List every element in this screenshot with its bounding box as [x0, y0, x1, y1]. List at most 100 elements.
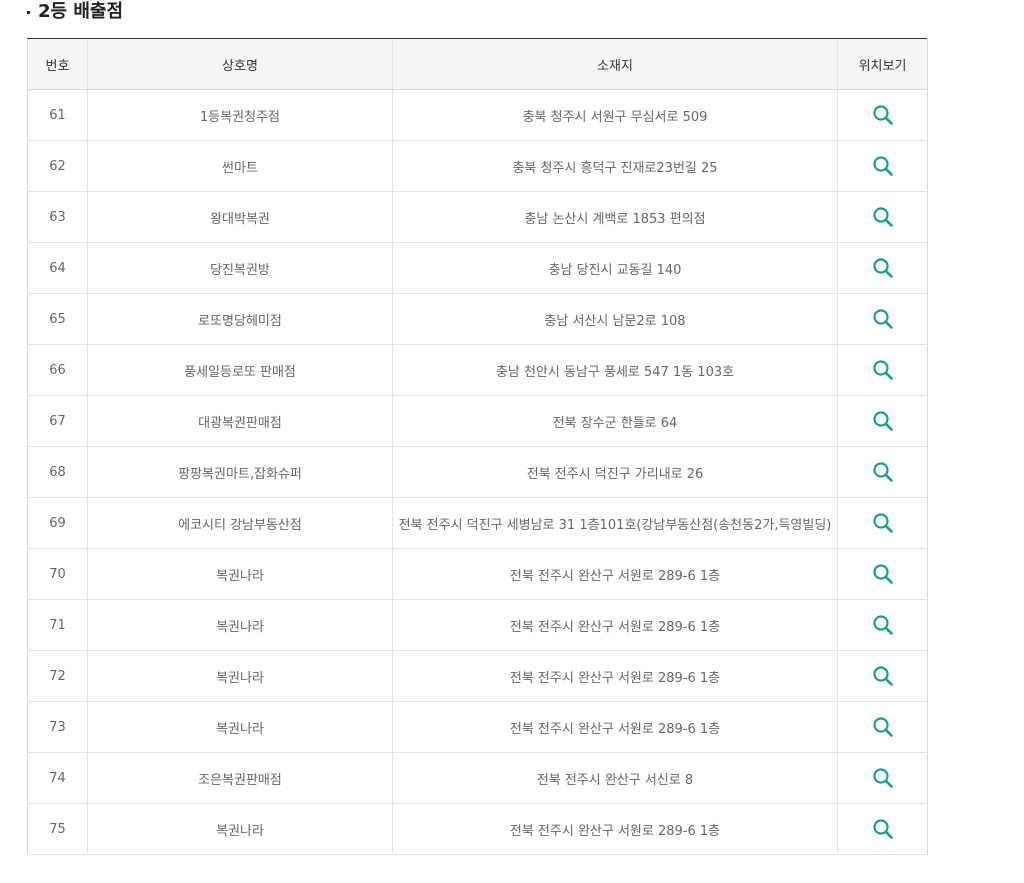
- table-row: 64 당진복권방 충남 당진시 교동길 140: [27, 242, 928, 294]
- table-row: 72 복권나라 전북 전주시 완산구 서원로 289-6 1층: [27, 650, 928, 702]
- row-name: 왕대박복권: [87, 191, 393, 243]
- row-no: 63: [27, 191, 88, 243]
- search-icon[interactable]: [872, 614, 894, 636]
- table-row: 66 풍세일등로또 판매점 충남 천안시 동남구 풍세로 547 1동 103호: [27, 344, 928, 396]
- table-header: 번호 상호명 소재지 위치보기: [27, 38, 928, 90]
- row-location: [837, 242, 928, 294]
- search-icon[interactable]: [872, 512, 894, 534]
- search-icon[interactable]: [872, 818, 894, 840]
- search-icon[interactable]: [872, 155, 894, 177]
- section-title: 2등 배출점: [27, 0, 123, 24]
- row-address: 전북 전주시 덕진구 세병남로 31 1층101호(강남부동산점(송천동2가,득…: [392, 497, 838, 549]
- row-address: 전북 전주시 완산구 서원로 289-6 1층: [392, 650, 838, 702]
- bullet-dot: [27, 10, 30, 14]
- row-no: 71: [27, 599, 88, 651]
- row-address: 전북 장수군 한들로 64: [392, 395, 838, 447]
- row-location: [837, 803, 928, 855]
- row-address: 충남 서산시 남문2로 108: [392, 293, 838, 345]
- row-no: 74: [27, 752, 88, 804]
- search-icon[interactable]: [872, 308, 894, 330]
- row-location: [837, 344, 928, 396]
- table-row: 74 조은복권판매점 전북 전주시 완산구 서신로 8: [27, 752, 928, 804]
- row-location: [837, 395, 928, 447]
- row-name: 1등복권청주점: [87, 89, 393, 141]
- row-no: 62: [27, 140, 88, 192]
- search-icon[interactable]: [872, 563, 894, 585]
- row-location: [837, 497, 928, 549]
- search-icon[interactable]: [872, 767, 894, 789]
- table-row: 63 왕대박복권 충남 논산시 계백로 1853 편의점: [27, 191, 928, 243]
- store-table: 번호 상호명 소재지 위치보기 61 1등복권청주점 충북 청주시 서원구 무심서로…: [27, 38, 928, 855]
- row-no: 68: [27, 446, 88, 498]
- table-row: 73 복권나라 전북 전주시 완산구 서원로 289-6 1층: [27, 701, 928, 753]
- table-row: 62 썬마트 충북 청주시 흥덕구 진재로23번길 25: [27, 140, 928, 192]
- row-address: 전북 전주시 완산구 서원로 289-6 1층: [392, 548, 838, 600]
- row-name: 에코시티 강남부동산점: [87, 497, 393, 549]
- header-name: 상호명: [87, 38, 393, 90]
- row-no: 67: [27, 395, 88, 447]
- row-name: 복권나라: [87, 803, 393, 855]
- table-row: 69 에코시티 강남부동산점 전북 전주시 덕진구 세병남로 31 1층101호(강…: [27, 497, 928, 549]
- row-name: 복권나라: [87, 548, 393, 600]
- row-name: 대광복권판매점: [87, 395, 393, 447]
- row-address: 충남 당진시 교동길 140: [392, 242, 838, 294]
- row-no: 61: [27, 89, 88, 141]
- row-name: 복권나라: [87, 599, 393, 651]
- row-address: 충북 청주시 흥덕구 진재로23번길 25: [392, 140, 838, 192]
- row-address: 충남 천안시 동남구 풍세로 547 1동 103호: [392, 344, 838, 396]
- row-name: 복권나라: [87, 701, 393, 753]
- header-location: 위치보기: [837, 38, 928, 90]
- row-name: 썬마트: [87, 140, 393, 192]
- table-row: 71 복권나라 전북 전주시 완산구 서원로 289-6 1층: [27, 599, 928, 651]
- search-icon[interactable]: [872, 716, 894, 738]
- header-no: 번호: [27, 38, 88, 90]
- row-location: [837, 599, 928, 651]
- row-location: [837, 446, 928, 498]
- row-location: [837, 140, 928, 192]
- row-no: 72: [27, 650, 88, 702]
- row-name: 로또명당헤미점: [87, 293, 393, 345]
- row-no: 70: [27, 548, 88, 600]
- row-no: 65: [27, 293, 88, 345]
- row-name: 당진복권방: [87, 242, 393, 294]
- row-name: 복권나라: [87, 650, 393, 702]
- search-icon[interactable]: [872, 665, 894, 687]
- search-icon[interactable]: [872, 410, 894, 432]
- row-location: [837, 701, 928, 753]
- table-body: 61 1등복권청주점 충북 청주시 서원구 무심서로 509 62 썬마트 충북 청주시 …: [27, 89, 928, 855]
- row-location: [837, 293, 928, 345]
- search-icon[interactable]: [872, 104, 894, 126]
- table-row: 65 로또명당헤미점 충남 서산시 남문2로 108: [27, 293, 928, 345]
- search-icon[interactable]: [872, 461, 894, 483]
- header-address: 소재지: [392, 38, 838, 90]
- row-no: 75: [27, 803, 88, 855]
- table-row: 68 팡팡복권마트,잡화슈퍼 전북 전주시 덕진구 가리내로 26: [27, 446, 928, 498]
- row-no: 73: [27, 701, 88, 753]
- table-row: 67 대광복권판매점 전북 장수군 한들로 64: [27, 395, 928, 447]
- row-location: [837, 548, 928, 600]
- row-location: [837, 191, 928, 243]
- section-title-text: 2등 배출점: [38, 1, 124, 22]
- row-address: 전북 전주시 완산구 서원로 289-6 1층: [392, 701, 838, 753]
- row-address: 전북 전주시 완산구 서원로 289-6 1층: [392, 599, 838, 651]
- row-name: 팡팡복권마트,잡화슈퍼: [87, 446, 393, 498]
- row-location: [837, 650, 928, 702]
- table-row: 75 복권나라 전북 전주시 완산구 서원로 289-6 1층: [27, 803, 928, 855]
- row-address: 충북 청주시 서원구 무심서로 509: [392, 89, 838, 141]
- search-icon[interactable]: [872, 359, 894, 381]
- row-location: [837, 89, 928, 141]
- row-no: 69: [27, 497, 88, 549]
- table-row: 70 복권나라 전북 전주시 완산구 서원로 289-6 1층: [27, 548, 928, 600]
- search-icon[interactable]: [872, 257, 894, 279]
- row-address: 전북 전주시 완산구 서신로 8: [392, 752, 838, 804]
- row-no: 64: [27, 242, 88, 294]
- row-address: 전북 전주시 완산구 서원로 289-6 1층: [392, 803, 838, 855]
- row-no: 66: [27, 344, 88, 396]
- row-name: 풍세일등로또 판매점: [87, 344, 393, 396]
- row-address: 전북 전주시 덕진구 가리내로 26: [392, 446, 838, 498]
- search-icon[interactable]: [872, 206, 894, 228]
- row-name: 조은복권판매점: [87, 752, 393, 804]
- row-address: 충남 논산시 계백로 1853 편의점: [392, 191, 838, 243]
- table-row: 61 1등복권청주점 충북 청주시 서원구 무심서로 509: [27, 89, 928, 141]
- row-location: [837, 752, 928, 804]
